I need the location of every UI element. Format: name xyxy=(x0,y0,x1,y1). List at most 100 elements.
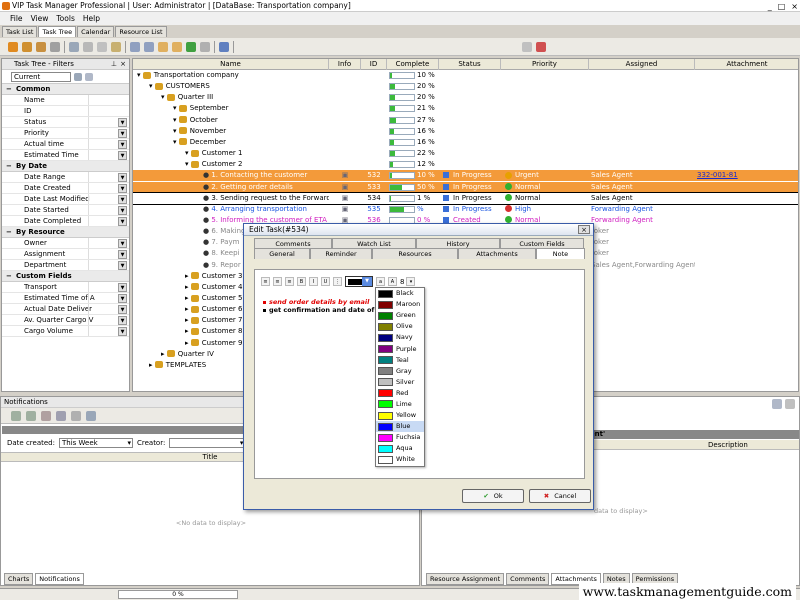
filter-dropdown-icon[interactable]: ▼ xyxy=(118,239,127,248)
expand-toggle-icon[interactable]: ▾ xyxy=(173,138,179,146)
info-icon[interactable]: ▣ xyxy=(333,204,357,215)
report-icon[interactable] xyxy=(536,41,546,52)
filter-row[interactable]: Cargo Volume ▼ xyxy=(2,326,129,337)
color-option-red[interactable]: Red xyxy=(376,388,424,399)
move-up-icon[interactable] xyxy=(130,41,140,52)
filter-row[interactable]: Date Last Modified ▼ xyxy=(2,194,129,205)
color-option-white[interactable]: White xyxy=(376,454,424,465)
table-row[interactable]: ▾ October 27 % xyxy=(133,115,798,126)
filter-row[interactable]: Date Range ▼ xyxy=(2,172,129,183)
panel-settings-icon[interactable] xyxy=(785,399,795,409)
color-option-green[interactable]: Green xyxy=(376,310,424,321)
color-option-lime[interactable]: Lime xyxy=(376,399,424,410)
cancel-button[interactable]: ✖ Cancel xyxy=(529,489,591,503)
expand-toggle-icon[interactable]: ▾ xyxy=(185,149,191,157)
delete-icon[interactable] xyxy=(50,41,60,52)
col-id[interactable]: ID xyxy=(361,59,387,70)
info-icon[interactable]: ▣ xyxy=(333,170,357,181)
color-option-gray[interactable]: Gray xyxy=(376,366,424,377)
font-size-chevron-icon[interactable]: ▾ xyxy=(406,277,416,286)
filter-row[interactable]: Date Created ▼ xyxy=(2,183,129,194)
copy-icon[interactable] xyxy=(97,41,107,52)
move-down-icon[interactable] xyxy=(144,41,154,52)
tab-resource-list[interactable]: Resource List xyxy=(115,26,167,37)
table-row[interactable]: ● 3. Sending request to the Forwarding ▣ 5… xyxy=(133,191,798,205)
expand-toggle-icon[interactable]: ▾ xyxy=(137,71,143,79)
filter-dropdown-icon[interactable]: ▼ xyxy=(118,250,127,259)
filter-row[interactable]: Av. Quarter Cargo V ▼ xyxy=(2,315,129,326)
expand-icon[interactable] xyxy=(219,41,229,52)
col-name[interactable]: Name xyxy=(133,59,329,70)
expand-toggle-icon[interactable]: ▸ xyxy=(185,316,191,324)
pin-icon[interactable]: ⊥ xyxy=(111,59,117,70)
color-option-maroon[interactable]: Maroon xyxy=(376,299,424,310)
table-row[interactable]: ● 1. Contacting the customer ▣ 532 10 % In P… xyxy=(133,170,798,182)
filter-row[interactable]: Name xyxy=(2,95,129,106)
panel-icon[interactable] xyxy=(772,399,782,409)
edit-task-icon[interactable] xyxy=(36,41,46,52)
align-center-icon[interactable]: ≡ xyxy=(273,277,282,286)
print-icon[interactable] xyxy=(200,41,210,52)
expand-toggle-icon[interactable]: ▸ xyxy=(185,294,191,302)
color-option-yellow[interactable]: Yellow xyxy=(376,410,424,421)
filter-group-2[interactable]: By Resource xyxy=(2,227,129,238)
tab-comments[interactable]: Comments xyxy=(506,573,550,585)
tab-dialog-note[interactable]: Note xyxy=(536,248,585,259)
color-option-silver[interactable]: Silver xyxy=(376,377,424,388)
filter-dropdown-icon[interactable]: ▼ xyxy=(118,305,127,314)
col-priority[interactable]: Priority xyxy=(501,59,589,70)
cut-icon[interactable] xyxy=(83,41,93,52)
filter-dropdown-icon[interactable]: ▼ xyxy=(118,217,127,226)
table-row[interactable]: ▾ November 16 % xyxy=(133,126,798,137)
italic-icon[interactable]: I xyxy=(309,277,318,286)
filter-row[interactable]: Date Started ▼ xyxy=(2,205,129,216)
align-left-icon[interactable]: ≡ xyxy=(261,277,270,286)
expand-toggle-icon[interactable]: ▸ xyxy=(161,350,167,358)
col-info[interactable]: Info xyxy=(329,59,361,70)
creator-select[interactable]: ▾ xyxy=(169,438,246,448)
color-option-olive[interactable]: Olive xyxy=(376,321,424,332)
tab-task-tree[interactable]: Task Tree xyxy=(38,26,77,37)
expand-toggle-icon[interactable]: ▾ xyxy=(173,116,179,124)
reply-icon[interactable] xyxy=(56,410,66,421)
note-text[interactable]: send order details by email get confirma… xyxy=(263,298,390,314)
new-task-icon[interactable] xyxy=(8,41,18,52)
close-panel-icon[interactable]: × xyxy=(120,59,126,70)
refresh-icon[interactable] xyxy=(186,41,196,52)
table-row[interactable]: ▾ December 16 % xyxy=(133,137,798,148)
expand-toggle-icon[interactable]: ▸ xyxy=(149,361,155,369)
table-row[interactable]: ▾ Transportation company 10 % xyxy=(133,70,798,81)
expand-toggle-icon[interactable]: ▾ xyxy=(173,127,179,135)
filter-row[interactable]: Transport ▼ xyxy=(2,282,129,293)
tab-task-list[interactable]: Task List xyxy=(2,26,38,37)
menu-help[interactable]: Help xyxy=(83,12,100,25)
color-option-aqua[interactable]: Aqua xyxy=(376,443,424,454)
ok-button[interactable]: ✔ Ok xyxy=(462,489,524,503)
filter-row[interactable]: Status ▼ xyxy=(2,117,129,128)
align-right-icon[interactable]: ≡ xyxy=(285,277,294,286)
table-row[interactable]: ▾ CUSTOMERS 20 % xyxy=(133,81,798,92)
filter-dropdown-icon[interactable]: ▼ xyxy=(118,195,127,204)
col-attachment[interactable]: Attachment xyxy=(695,59,798,70)
filter-dropdown-icon[interactable]: ▼ xyxy=(118,327,127,336)
current-filter-select[interactable]: Current xyxy=(11,71,71,82)
expand-toggle-icon[interactable]: ▸ xyxy=(185,327,191,335)
expand-toggle-icon[interactable]: ▸ xyxy=(185,305,191,313)
table-row[interactable]: ▾ Customer 1 22 % xyxy=(133,148,798,159)
table-row[interactable]: ▾ September 21 % xyxy=(133,103,798,114)
table-row[interactable]: ● 2. Getting order details ▣ 533 50 % In Pro… xyxy=(133,181,798,193)
delete-notification-icon[interactable] xyxy=(41,410,51,421)
expand-toggle-icon[interactable]: ▸ xyxy=(185,339,191,347)
color-option-blue[interactable]: Blue xyxy=(376,421,424,433)
filter-row[interactable]: Actual time ▼ xyxy=(2,139,129,150)
filter-row[interactable]: Estimated Time of A ▼ xyxy=(2,293,129,304)
expand-toggle-icon[interactable]: ▾ xyxy=(185,160,191,168)
color-option-fuchsia[interactable]: Fuchsia xyxy=(376,432,424,443)
filter-icon[interactable] xyxy=(69,41,79,52)
color-option-navy[interactable]: Navy xyxy=(376,332,424,343)
tab-dialog-resources[interactable]: Resources xyxy=(372,248,458,259)
col-complete[interactable]: Complete xyxy=(387,59,439,70)
edit-notification-icon[interactable] xyxy=(26,410,36,421)
dialog-close-icon[interactable]: × xyxy=(578,225,590,234)
expand-toggle-icon[interactable]: ▾ xyxy=(161,93,167,101)
